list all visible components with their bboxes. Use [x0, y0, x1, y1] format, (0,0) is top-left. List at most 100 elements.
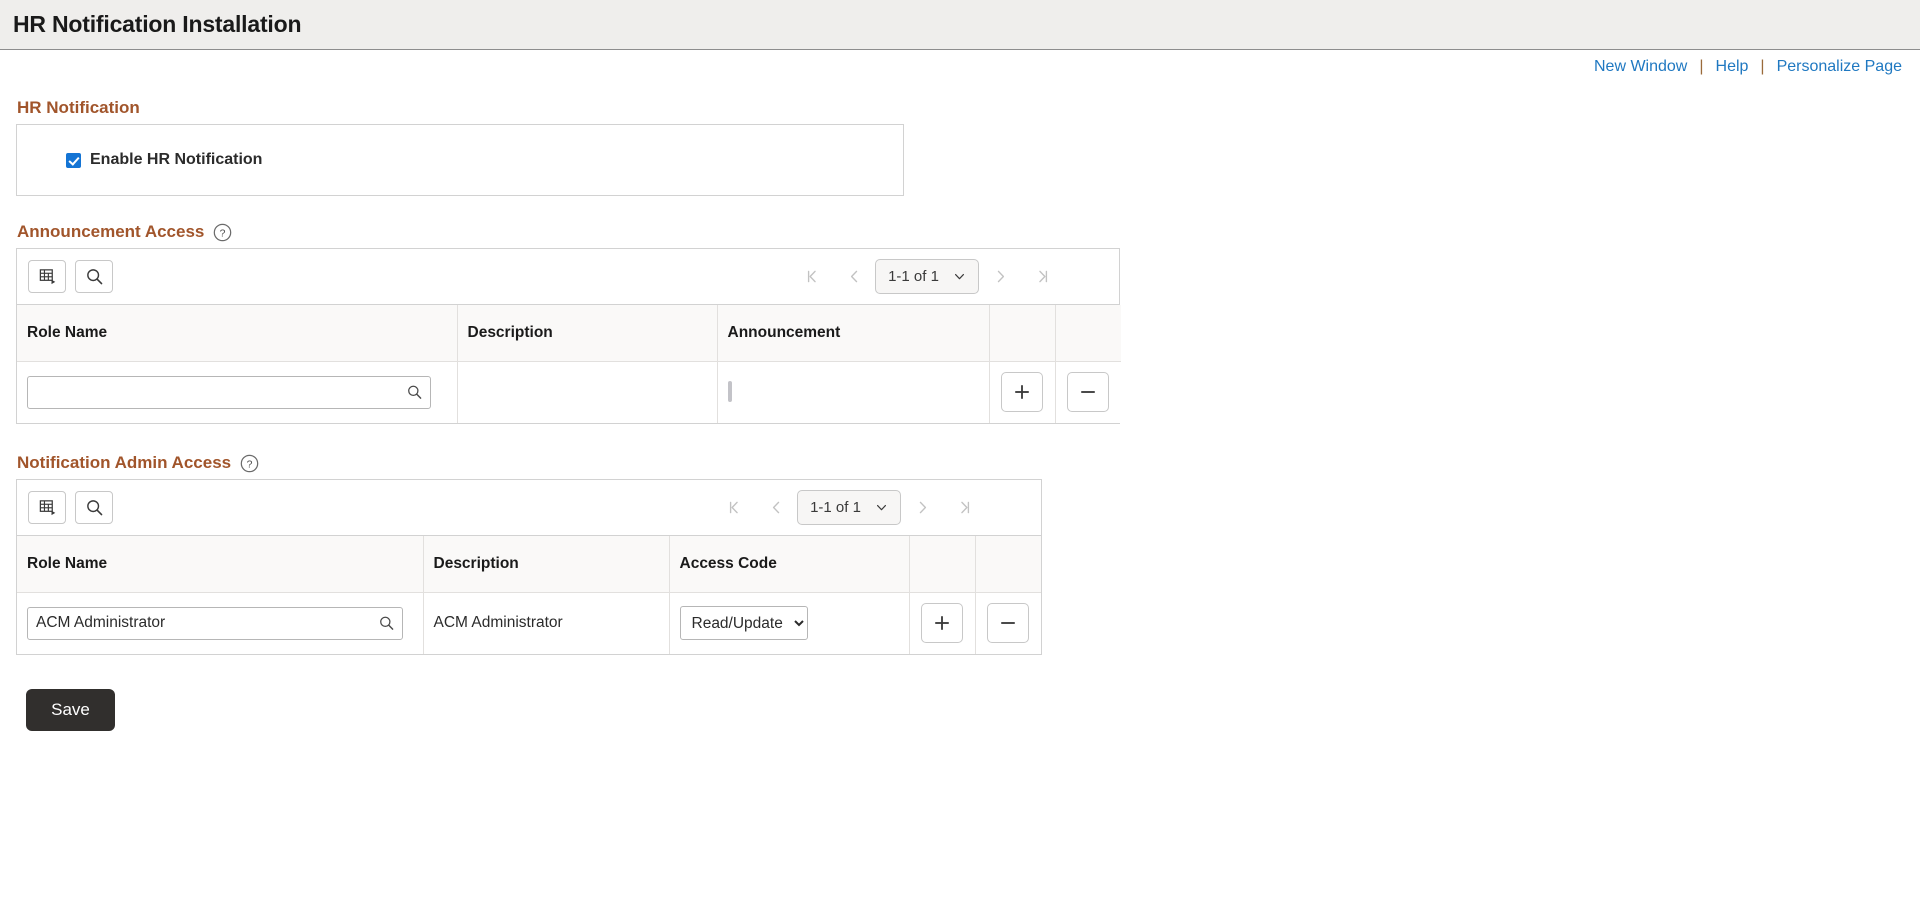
help-link[interactable]: Help	[1704, 58, 1761, 76]
column-header-access-code: Access Code	[669, 536, 910, 592]
column-header-description: Description	[423, 536, 670, 592]
grid-pager: 1-1 of 1	[791, 259, 1109, 294]
notification-admin-access-heading: Notification Admin Access ?	[17, 453, 1920, 473]
column-header-remove	[975, 536, 1041, 592]
column-header-role-name: Role Name	[17, 305, 458, 361]
cell-role-name	[17, 591, 424, 654]
svg-text:?: ?	[247, 459, 253, 470]
previous-page-button[interactable]	[755, 491, 797, 525]
minus-icon	[1001, 622, 1016, 625]
column-header-remove	[1055, 305, 1121, 361]
grid-personalize-button[interactable]	[28, 260, 66, 293]
cell-remove	[975, 591, 1041, 654]
cell-remove	[1055, 360, 1121, 423]
notification-admin-access-table: Role Name Description Access Code ACM Ad…	[17, 536, 1041, 654]
next-page-button[interactable]	[979, 260, 1021, 294]
page-range-label: 1-1 of 1	[888, 268, 939, 285]
announcement-access-table: Role Name Description Announcement	[17, 305, 1121, 423]
column-header-description: Description	[457, 305, 718, 361]
chevron-down-icon	[954, 273, 964, 280]
column-header-add	[909, 536, 976, 592]
role-name-input[interactable]	[27, 606, 403, 640]
page-range-select[interactable]: 1-1 of 1	[875, 259, 979, 294]
section-title: HR Notification	[17, 98, 140, 117]
access-code-select[interactable]: Read/Update	[679, 606, 808, 641]
last-page-icon	[1038, 270, 1047, 283]
plus-icon	[935, 616, 949, 631]
cell-description	[457, 360, 718, 423]
grid-toolbar-buttons	[28, 260, 113, 293]
last-page-icon	[960, 501, 969, 514]
add-row-button[interactable]	[1001, 372, 1043, 413]
first-page-icon	[807, 270, 816, 283]
section-title: Announcement Access	[17, 222, 205, 241]
search-icon	[86, 269, 102, 285]
table-row: ACM Administrator Read/Update	[17, 591, 1041, 654]
section-title: Notification Admin Access	[17, 453, 232, 472]
save-button[interactable]: Save	[26, 689, 115, 731]
cell-role-name	[17, 360, 458, 423]
last-page-button[interactable]	[1021, 260, 1063, 294]
role-name-input[interactable]	[27, 375, 431, 409]
cell-access-code: Read/Update	[669, 591, 910, 654]
hr-notification-heading: HR Notification	[17, 98, 1920, 118]
announcement-checkbox[interactable]	[727, 381, 732, 403]
first-page-button[interactable]	[791, 260, 833, 294]
page-content: HR Notification Enable HR Notification A…	[0, 98, 1920, 731]
next-page-button[interactable]	[901, 491, 943, 525]
search-icon	[86, 500, 102, 516]
first-page-icon	[729, 501, 738, 514]
svg-text:?: ?	[220, 228, 226, 239]
enable-hr-notification-checkbox[interactable]	[66, 152, 81, 168]
role-name-lookup	[27, 375, 431, 409]
top-links-bar: New Window | Help | Personalize Page	[0, 50, 1920, 84]
announcement-access-grid: 1-1 of 1 Role Name Description Announcem…	[16, 248, 1121, 424]
next-page-icon	[919, 501, 926, 514]
plus-icon	[1015, 385, 1029, 400]
column-header-role-name: Role Name	[17, 536, 424, 592]
cell-add	[989, 360, 1056, 423]
chevron-down-icon	[876, 504, 886, 511]
grid-find-button[interactable]	[75, 260, 113, 293]
grid-toolbar-buttons	[28, 491, 113, 524]
previous-page-icon	[850, 270, 857, 283]
help-circle-icon[interactable]: ?	[213, 223, 232, 242]
grid-toolbar: 1-1 of 1	[17, 249, 1119, 305]
previous-page-button[interactable]	[833, 260, 875, 294]
cell-add	[909, 591, 976, 654]
cell-announcement	[717, 360, 990, 423]
page-header: HR Notification Installation	[0, 0, 1920, 50]
table-header-row: Role Name Description Access Code	[17, 536, 1041, 592]
page-title: HR Notification Installation	[13, 11, 302, 37]
page-range-label: 1-1 of 1	[810, 499, 861, 516]
enable-hr-notification-label: Enable HR Notification	[90, 151, 263, 168]
next-page-icon	[997, 270, 1004, 283]
new-window-link[interactable]: New Window	[1582, 58, 1699, 76]
notification-admin-access-grid: 1-1 of 1 Role Name Description Access Co…	[16, 479, 1042, 655]
add-row-button[interactable]	[921, 603, 963, 644]
enable-hr-notification-row[interactable]: Enable HR Notification	[66, 151, 262, 169]
remove-row-button[interactable]	[1067, 372, 1110, 413]
personalize-page-link[interactable]: Personalize Page	[1765, 58, 1914, 76]
grid-personalize-icon	[39, 500, 55, 516]
table-row	[17, 360, 1121, 423]
column-header-announcement: Announcement	[717, 305, 990, 361]
table-header-row: Role Name Description Announcement	[17, 305, 1121, 361]
hr-notification-panel: Enable HR Notification	[16, 124, 904, 196]
column-header-add	[989, 305, 1056, 361]
last-page-button[interactable]	[943, 491, 985, 525]
cell-description: ACM Administrator	[423, 591, 670, 654]
role-name-lookup	[27, 606, 403, 640]
first-page-button[interactable]	[713, 491, 755, 525]
minus-icon	[1081, 391, 1096, 394]
page-range-select[interactable]: 1-1 of 1	[797, 490, 901, 525]
announcement-access-heading: Announcement Access ?	[17, 222, 1920, 242]
grid-find-button[interactable]	[75, 491, 113, 524]
grid-pager: 1-1 of 1	[713, 490, 1031, 525]
grid-personalize-icon	[39, 269, 55, 285]
grid-personalize-button[interactable]	[28, 491, 66, 524]
help-circle-icon[interactable]: ?	[240, 454, 259, 473]
previous-page-icon	[772, 501, 779, 514]
grid-toolbar: 1-1 of 1	[17, 480, 1041, 536]
remove-row-button[interactable]	[987, 603, 1030, 644]
